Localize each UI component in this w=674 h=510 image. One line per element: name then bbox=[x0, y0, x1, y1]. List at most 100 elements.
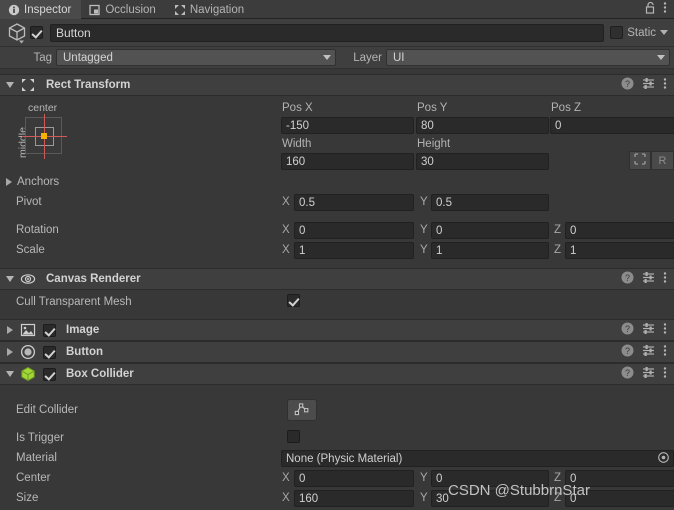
component-header-canvas-renderer[interactable]: Canvas Renderer ? bbox=[0, 268, 674, 290]
blueprint-mode-button[interactable] bbox=[629, 151, 651, 170]
svg-text:?: ? bbox=[625, 324, 630, 334]
pivot-x-input[interactable]: 0.5 bbox=[294, 194, 414, 211]
cube-gameobject-icon[interactable] bbox=[6, 21, 30, 45]
anchors-foldout[interactable]: Anchors bbox=[6, 176, 59, 188]
preset-icon[interactable] bbox=[642, 322, 655, 338]
help-icon[interactable]: ? bbox=[621, 271, 634, 287]
cull-transparent-mesh-checkbox[interactable] bbox=[287, 294, 300, 307]
size-x-input[interactable]: 160 bbox=[294, 490, 414, 507]
center-z-input[interactable]: 0 bbox=[565, 470, 674, 487]
chevron-down-icon[interactable] bbox=[660, 30, 668, 35]
component-title-image: Image bbox=[66, 324, 100, 336]
kebab-menu-icon[interactable] bbox=[663, 1, 667, 17]
pivot-y-input[interactable]: 0.5 bbox=[431, 194, 549, 211]
rotation-z-value: 0 bbox=[570, 224, 577, 237]
component-header-box-collider[interactable]: Box Collider ? bbox=[0, 363, 674, 385]
anchor-preset-widget[interactable]: center middle bbox=[8, 102, 78, 164]
kebab-menu-icon[interactable] bbox=[663, 271, 667, 287]
object-picker-icon[interactable] bbox=[658, 451, 669, 466]
kebab-menu-icon[interactable] bbox=[663, 77, 667, 93]
component-actions-image: ? bbox=[621, 322, 669, 338]
scale-x-value: 1 bbox=[299, 244, 306, 257]
edit-collider-icon bbox=[294, 402, 310, 419]
rotation-label: Rotation bbox=[16, 224, 59, 236]
pivot-x-axis-label: X bbox=[282, 196, 290, 208]
gameobject-enabled-checkbox[interactable] bbox=[30, 26, 43, 39]
height-input[interactable]: 30 bbox=[416, 153, 549, 170]
anchor-pivot-dot bbox=[41, 133, 47, 139]
tab-inspector[interactable]: Inspector bbox=[0, 0, 82, 19]
button-enabled-checkbox[interactable] bbox=[43, 345, 56, 359]
anchor-horizontal-label: center bbox=[28, 102, 58, 114]
edit-collider-button[interactable] bbox=[287, 399, 317, 421]
pos-y-input[interactable]: 80 bbox=[416, 117, 549, 134]
help-icon[interactable]: ? bbox=[621, 366, 634, 382]
pos-z-input[interactable]: 0 bbox=[550, 117, 674, 134]
tag-dropdown[interactable]: Untagged bbox=[56, 49, 336, 66]
component-title-box-collider: Box Collider bbox=[66, 368, 134, 380]
anchor-preset-box[interactable] bbox=[22, 114, 67, 159]
pivot-label: Pivot bbox=[16, 196, 42, 208]
component-title-button: Button bbox=[66, 346, 104, 358]
navigation-icon bbox=[174, 4, 186, 16]
layer-dropdown[interactable]: UI bbox=[386, 49, 670, 66]
foldout-box-collider[interactable] bbox=[4, 371, 16, 377]
material-object-field[interactable]: None (Physic Material) bbox=[281, 450, 674, 467]
kebab-menu-icon[interactable] bbox=[663, 322, 667, 338]
help-icon[interactable]: ? bbox=[621, 77, 634, 93]
tab-navigation[interactable]: Navigation bbox=[166, 0, 254, 19]
rotation-y-input[interactable]: 0 bbox=[431, 222, 549, 239]
component-header-button[interactable]: Button ? bbox=[0, 341, 674, 363]
chevron-down-icon bbox=[657, 55, 665, 60]
pos-x-input[interactable]: -150 bbox=[281, 117, 414, 134]
size-y-input[interactable]: 30 bbox=[431, 490, 549, 507]
static-label: Static bbox=[627, 26, 656, 39]
box-collider-enabled-checkbox[interactable] bbox=[43, 367, 56, 381]
component-header-image[interactable]: Image ? bbox=[0, 319, 674, 341]
width-value: 160 bbox=[286, 155, 306, 168]
scale-z-input[interactable]: 1 bbox=[565, 242, 674, 259]
tag-layer-row: Tag Untagged Layer UI bbox=[0, 47, 674, 69]
size-z-input[interactable]: 0 bbox=[565, 490, 674, 507]
scale-y-input[interactable]: 1 bbox=[431, 242, 549, 259]
anchors-label: Anchors bbox=[17, 176, 60, 188]
is-trigger-label: Is Trigger bbox=[16, 432, 64, 444]
scale-x-input[interactable]: 1 bbox=[294, 242, 414, 259]
kebab-menu-icon[interactable] bbox=[663, 366, 667, 382]
button-component-icon bbox=[20, 344, 36, 360]
pos-y-value: 80 bbox=[421, 119, 434, 132]
raw-edit-mode-button[interactable]: R bbox=[651, 151, 674, 170]
size-x-value: 160 bbox=[299, 492, 319, 505]
gameobject-name-input[interactable]: Button bbox=[50, 23, 605, 42]
height-value: 30 bbox=[421, 155, 434, 168]
preset-icon[interactable] bbox=[642, 77, 655, 93]
preset-icon[interactable] bbox=[642, 344, 655, 360]
static-checkbox[interactable] bbox=[610, 26, 624, 39]
blueprint-mode-icon bbox=[634, 153, 646, 168]
rotation-z-input[interactable]: 0 bbox=[565, 222, 674, 239]
edit-collider-label: Edit Collider bbox=[16, 404, 78, 416]
help-icon[interactable]: ? bbox=[621, 344, 634, 360]
component-header-rect-transform[interactable]: Rect Transform ? bbox=[0, 74, 674, 96]
tab-occlusion-label: Occlusion bbox=[105, 3, 156, 16]
is-trigger-checkbox[interactable] bbox=[287, 430, 300, 443]
kebab-menu-icon[interactable] bbox=[663, 344, 667, 360]
width-input[interactable]: 160 bbox=[281, 153, 414, 170]
preset-icon[interactable] bbox=[642, 366, 655, 382]
foldout-button[interactable] bbox=[4, 348, 16, 356]
component-actions-box-collider: ? bbox=[621, 366, 669, 382]
center-y-input[interactable]: 0 bbox=[431, 470, 549, 487]
layer-label: Layer bbox=[353, 51, 382, 64]
image-enabled-checkbox[interactable] bbox=[43, 323, 56, 337]
foldout-rect-transform[interactable] bbox=[4, 82, 16, 88]
tab-occlusion[interactable]: Occlusion bbox=[81, 0, 166, 19]
gameobject-name-value: Button bbox=[56, 25, 91, 40]
pos-x-value: -150 bbox=[286, 119, 310, 132]
lock-open-icon[interactable] bbox=[645, 1, 656, 17]
rotation-x-input[interactable]: 0 bbox=[294, 222, 414, 239]
center-x-input[interactable]: 0 bbox=[294, 470, 414, 487]
foldout-canvas-renderer[interactable] bbox=[4, 276, 16, 282]
preset-icon[interactable] bbox=[642, 271, 655, 287]
help-icon[interactable]: ? bbox=[621, 322, 634, 338]
foldout-image[interactable] bbox=[4, 326, 16, 334]
